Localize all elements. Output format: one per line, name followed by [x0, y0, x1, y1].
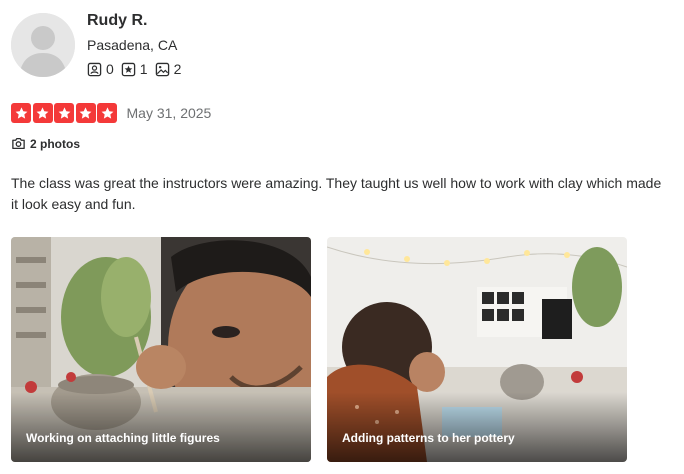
camera-icon: [12, 137, 25, 150]
reviews-count: 1: [139, 61, 148, 77]
star-icon: [11, 103, 31, 123]
star-icon: [75, 103, 96, 123]
photo-caption: Working on attaching little figures: [26, 431, 220, 445]
star-icon: [97, 103, 117, 123]
caption-overlay: [327, 392, 627, 462]
reviews-stat: 1: [121, 61, 148, 77]
default-user-icon: [11, 13, 75, 77]
photos-link[interactable]: 2 photos: [11, 136, 80, 151]
reviewer-name[interactable]: Rudy R.: [87, 12, 147, 30]
review-photo[interactable]: Working on attaching little figures: [11, 237, 311, 462]
star-icon: [32, 103, 53, 123]
rating-row: May 31, 2025: [11, 103, 211, 123]
reviewer-stats: 0 1 2: [87, 61, 188, 77]
review-text: The class was great the instructors were…: [11, 175, 662, 212]
friends-stat: 0: [87, 61, 114, 77]
reviewer-location: Pasadena, CA: [87, 37, 178, 53]
star-icon: [54, 103, 74, 123]
photos-stat: 2: [155, 61, 182, 77]
review-photo[interactable]: Adding patterns to her pottery: [327, 237, 627, 462]
review-date: May 31, 2025: [126, 105, 212, 121]
caption-overlay: [11, 392, 311, 462]
friends-icon: [87, 62, 102, 76]
photos-count: 2: [173, 61, 182, 77]
photo-caption: Adding patterns to her pottery: [342, 431, 515, 445]
photos-link-label: 2 photos: [30, 136, 80, 151]
avatar[interactable]: [11, 13, 75, 77]
friends-count: 0: [106, 61, 114, 77]
reviews-icon: [121, 62, 136, 76]
star-rating: [11, 103, 119, 123]
photos-icon: [155, 62, 169, 76]
